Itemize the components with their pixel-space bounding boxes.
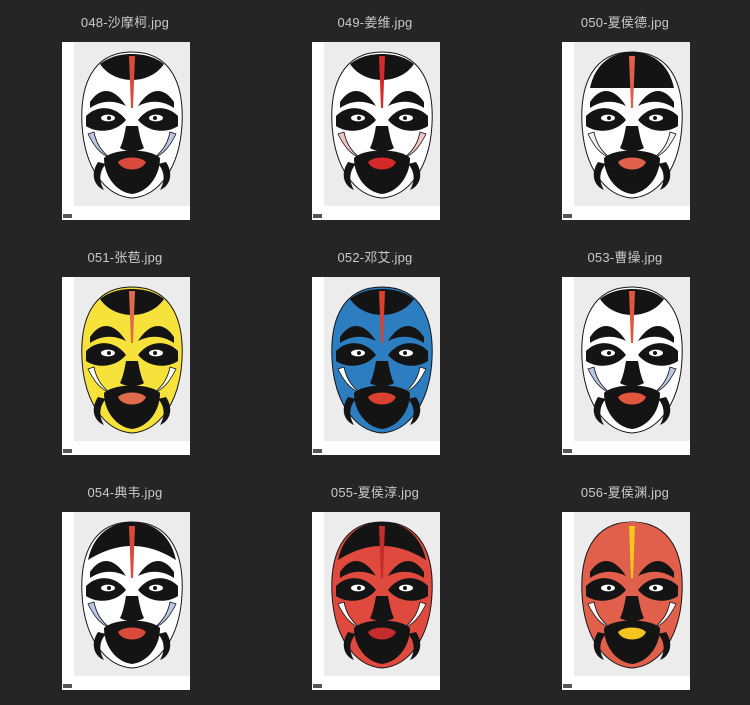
file-thumbnail[interactable] [562,512,690,690]
file-item[interactable]: 048-沙摩柯.jpg [0,0,250,235]
thumbnail-watermark [63,214,72,218]
opera-mask-image [331,286,433,434]
thumbnail-watermark [313,214,322,218]
file-thumbnail-grid: 048-沙摩柯.jpg 049-姜维.jpg 050-夏侯德.jpg 051-张… [0,0,750,705]
opera-mask-image [581,286,683,434]
file-thumbnail[interactable] [62,42,190,220]
file-item[interactable]: 055-夏侯淳.jpg [250,470,500,705]
file-item[interactable]: 051-张苞.jpg [0,235,250,470]
file-thumbnail[interactable] [562,42,690,220]
file-name[interactable]: 051-张苞.jpg [0,247,250,266]
thumbnail-watermark [313,684,322,688]
file-name[interactable]: 050-夏侯德.jpg [500,12,750,31]
file-name[interactable]: 055-夏侯淳.jpg [250,482,500,501]
thumbnail-watermark [63,449,72,453]
file-name[interactable]: 049-姜维.jpg [250,12,500,31]
thumbnail-watermark [313,449,322,453]
file-name[interactable]: 054-典韦.jpg [0,482,250,501]
file-name[interactable]: 052-邓艾.jpg [250,247,500,266]
thumbnail-watermark [563,214,572,218]
file-item[interactable]: 056-夏侯渊.jpg [500,470,750,705]
opera-mask-image [331,521,433,669]
opera-mask-image [81,286,183,434]
file-thumbnail[interactable] [312,277,440,455]
file-thumbnail[interactable] [562,277,690,455]
file-item[interactable]: 052-邓艾.jpg [250,235,500,470]
file-thumbnail[interactable] [312,512,440,690]
file-item[interactable]: 054-典韦.jpg [0,470,250,705]
file-item[interactable]: 053-曹操.jpg [500,235,750,470]
file-thumbnail[interactable] [312,42,440,220]
opera-mask-image [81,51,183,199]
opera-mask-image [581,51,683,199]
thumbnail-watermark [63,684,72,688]
file-name[interactable]: 048-沙摩柯.jpg [0,12,250,31]
file-name[interactable]: 053-曹操.jpg [500,247,750,266]
thumbnail-watermark [563,449,572,453]
opera-mask-image [81,521,183,669]
opera-mask-image [331,51,433,199]
file-item[interactable]: 049-姜维.jpg [250,0,500,235]
opera-mask-image [581,521,683,669]
file-name[interactable]: 056-夏侯渊.jpg [500,482,750,501]
file-thumbnail[interactable] [62,277,190,455]
thumbnail-watermark [563,684,572,688]
file-item[interactable]: 050-夏侯德.jpg [500,0,750,235]
file-thumbnail[interactable] [62,512,190,690]
